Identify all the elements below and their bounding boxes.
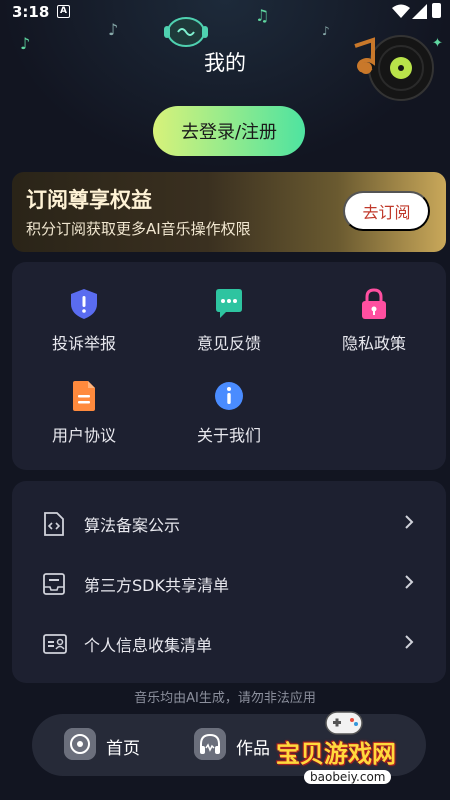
- grid-label: 投诉举报: [51, 334, 116, 353]
- watermark: 宝贝游戏网 baobeiy.com: [270, 708, 422, 796]
- notification-icon: A: [57, 5, 70, 18]
- lock-icon: [362, 288, 386, 319]
- status-time: 3:18: [12, 3, 50, 21]
- signal-icon: [412, 4, 427, 19]
- subscription-title: 订阅尊享权益: [26, 188, 152, 212]
- grid-label: 用户协议: [51, 426, 116, 445]
- disc-icon: [64, 728, 96, 760]
- subscription-description: 积分订阅获取更多AI音乐操作权限: [26, 220, 251, 238]
- list-item-label: 个人信息收集清单: [84, 636, 213, 655]
- shield-alert-icon: [71, 289, 97, 319]
- subscription-banner[interactable]: 订阅尊享权益 积分订阅获取更多AI音乐操作权限 去订阅: [12, 172, 446, 252]
- nav-tab-home[interactable]: 首页: [64, 728, 154, 762]
- page-title: 我的: [204, 51, 246, 75]
- nav-label: 首页: [106, 739, 140, 759]
- grid-label: 隐私政策: [341, 334, 406, 353]
- info-list: 算法备案公示 第三方SDK共享清单 个人信息收集清单: [12, 481, 446, 683]
- grid-item-report[interactable]: 投诉举报: [24, 288, 144, 358]
- subscribe-button[interactable]: 去订阅: [343, 191, 430, 231]
- music-note-icon: ♪: [322, 24, 330, 38]
- shortcut-grid: 投诉举报 意见反馈 隐私政策 用户协议 关于我们: [12, 262, 446, 470]
- ai-disclaimer: 音乐均由AI生成，请勿非法应用: [134, 691, 316, 706]
- tray-icon: [43, 573, 65, 595]
- chat-bubble-icon: [216, 289, 242, 318]
- chevron-right-icon: [405, 575, 414, 589]
- info-icon: [215, 382, 243, 410]
- chevron-right-icon: [405, 635, 414, 649]
- watermark-domain: baobeiy.com: [304, 770, 392, 784]
- list-item-label: 算法备案公示: [84, 516, 181, 535]
- list-item-personal-info[interactable]: 个人信息收集清单: [12, 613, 446, 673]
- document-icon: [73, 381, 95, 411]
- robot-headphones-icon: [164, 17, 208, 47]
- grid-label: 关于我们: [196, 426, 261, 445]
- music-note-icon: ♪: [108, 20, 119, 39]
- grid-item-feedback[interactable]: 意见反馈: [169, 288, 289, 358]
- list-item-third-party-sdk[interactable]: 第三方SDK共享清单: [12, 553, 446, 613]
- list-item-algorithm-filing[interactable]: 算法备案公示: [12, 493, 446, 553]
- id-card-icon: [43, 634, 67, 654]
- code-file-icon: [44, 512, 64, 536]
- watermark-text: 宝贝游戏网: [276, 740, 396, 768]
- headphones-icon: [194, 728, 226, 760]
- nav-label: 作品: [236, 739, 270, 759]
- status-bar: 3:18 A: [0, 0, 450, 26]
- battery-icon: [432, 3, 441, 18]
- grid-item-user-agreement[interactable]: 用户协议: [24, 380, 144, 450]
- grid-item-about-us[interactable]: 关于我们: [169, 380, 289, 450]
- music-note-icon: ♫: [255, 6, 270, 25]
- login-register-button[interactable]: 去登录/注册: [153, 106, 305, 156]
- chevron-right-icon: [405, 515, 414, 529]
- grid-label: 意见反馈: [196, 334, 261, 353]
- wifi-icon: [392, 4, 410, 18]
- list-item-label: 第三方SDK共享清单: [84, 576, 229, 595]
- grid-item-privacy[interactable]: 隐私政策: [314, 288, 434, 358]
